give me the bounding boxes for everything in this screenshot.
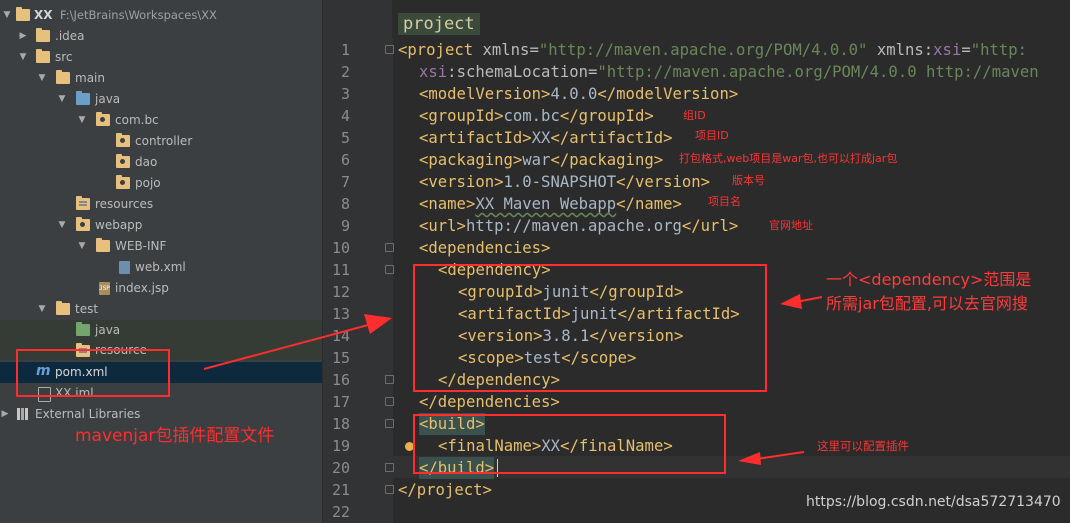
arrow-line — [755, 451, 805, 460]
arrow-line — [203, 323, 373, 370]
arrow-head-icon — [738, 452, 761, 465]
arrow-head-icon — [780, 294, 802, 309]
annotation-arrows — [203, 294, 823, 465]
watermark: https://blog.csdn.net/dsa572713470 — [806, 494, 1061, 510]
arrow-head-icon — [364, 314, 392, 334]
